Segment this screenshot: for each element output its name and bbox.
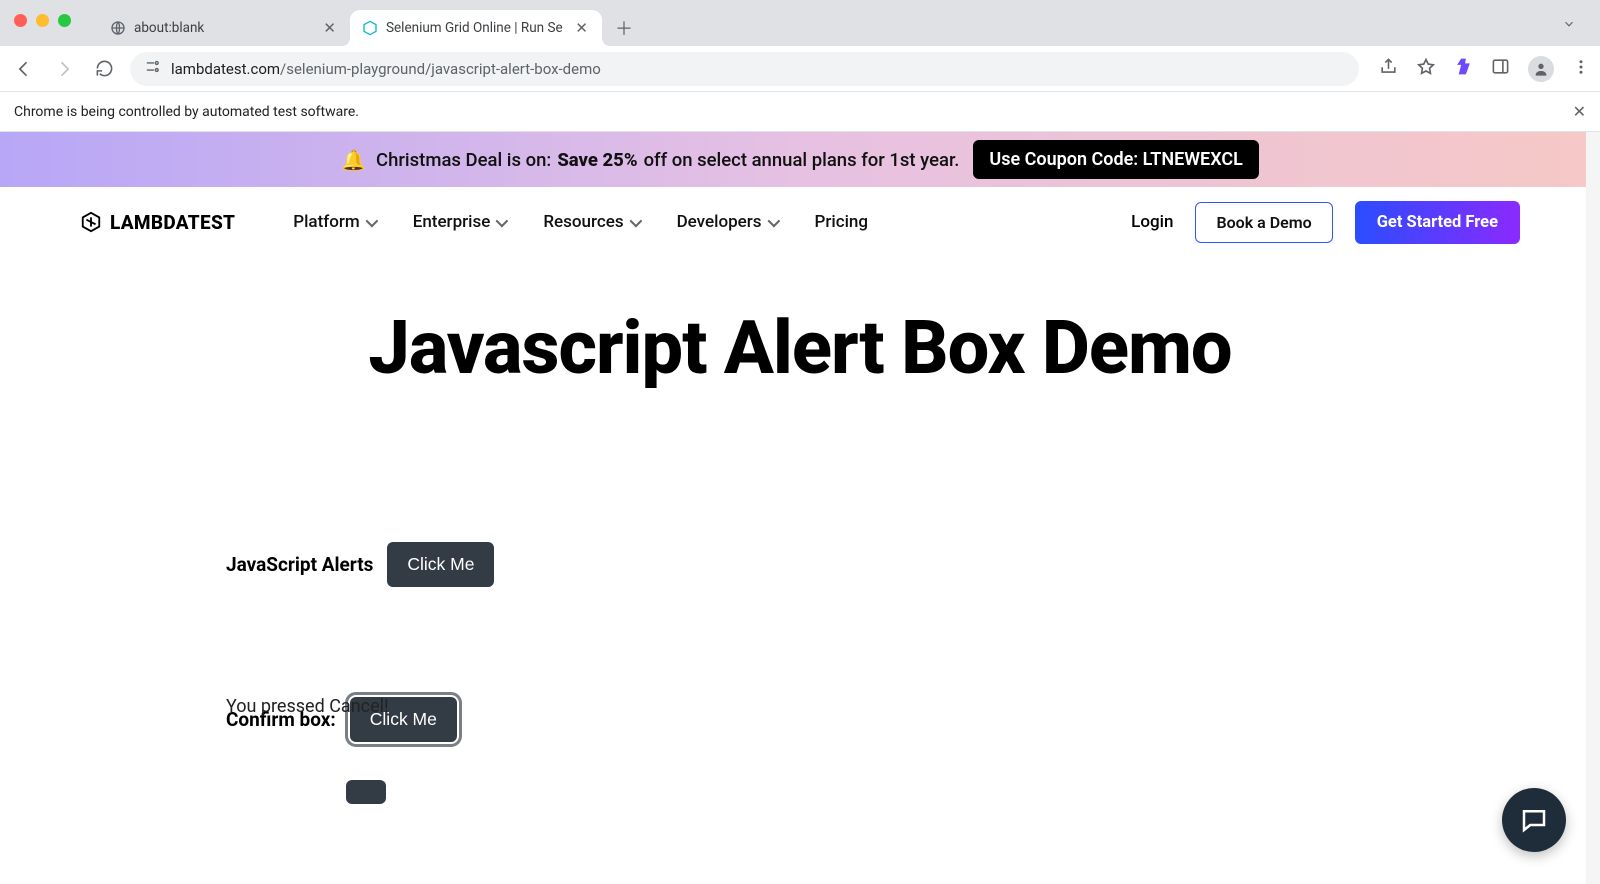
tab-strip: about:blank ✕ Selenium Grid Online | Run… — [98, 0, 640, 46]
window-traffic-lights — [14, 14, 71, 27]
chat-fab[interactable] — [1502, 788, 1566, 852]
bell-icon: 🔔 — [341, 148, 366, 172]
back-button[interactable] — [10, 55, 38, 83]
login-link[interactable]: Login — [1131, 212, 1173, 232]
nav-item-enterprise[interactable]: Enterprise — [413, 212, 506, 232]
alert-label: JavaScript Alerts — [226, 553, 373, 576]
new-tab-button[interactable]: ＋ — [608, 12, 640, 44]
globe-icon — [110, 20, 126, 36]
page-title: Javascript Alert Box Demo — [0, 305, 1600, 392]
demo-area: JavaScript Alerts Click Me Confirm box: … — [210, 542, 1390, 804]
panel-icon[interactable] — [1491, 57, 1510, 80]
site-nav: LAMBDATEST Platform Enterprise Resources… — [0, 187, 1600, 257]
nav-item-pricing[interactable]: Pricing — [815, 212, 869, 232]
window-titlebar: about:blank ✕ Selenium Grid Online | Run… — [0, 0, 1600, 46]
tab-list-chevron-icon[interactable] — [1562, 16, 1576, 35]
tab-close-icon[interactable]: ✕ — [573, 19, 590, 37]
browser-toolbar: lambdatest.com/selenium-playground/javas… — [0, 46, 1600, 92]
promo-banner[interactable]: 🔔 Christmas Deal is on: Save 25% off on … — [0, 132, 1600, 187]
forward-button[interactable] — [50, 55, 78, 83]
book-demo-button[interactable]: Book a Demo — [1195, 202, 1332, 243]
prompt-click-button[interactable] — [346, 780, 386, 804]
chat-icon — [1519, 805, 1549, 835]
tab-selenium-grid[interactable]: Selenium Grid Online | Run Se ✕ — [350, 10, 602, 46]
share-icon[interactable] — [1379, 57, 1398, 80]
profile-avatar-icon[interactable] — [1528, 56, 1554, 82]
promo-bold: Save 25% — [557, 149, 637, 171]
url-host: lambdatest.com — [171, 60, 280, 78]
infobar-close-icon[interactable]: ✕ — [1573, 102, 1586, 121]
window-minimize-icon[interactable] — [36, 14, 49, 27]
window-close-icon[interactable] — [14, 14, 27, 27]
url-path: /selenium-playground/javascript-alert-bo… — [280, 60, 601, 78]
brand-logo[interactable]: LAMBDATEST — [80, 211, 235, 234]
chevron-down-icon — [496, 212, 505, 232]
tab-close-icon[interactable]: ✕ — [321, 19, 338, 37]
alert-click-button[interactable]: Click Me — [387, 542, 494, 587]
address-bar[interactable]: lambdatest.com/selenium-playground/javas… — [130, 52, 1359, 86]
nav-item-platform[interactable]: Platform — [293, 212, 374, 232]
lambdatest-favicon-icon — [362, 20, 378, 36]
page-viewport: 🔔 Christmas Deal is on: Save 25% off on … — [0, 132, 1600, 884]
chevron-down-icon — [768, 212, 777, 232]
nav-links: Platform Enterprise Resources Developers… — [293, 212, 868, 232]
demo-row-alert: JavaScript Alerts Click Me — [226, 542, 1390, 587]
tab-title: about:blank — [134, 20, 321, 36]
kebab-menu-icon[interactable] — [1572, 58, 1590, 80]
window-zoom-icon[interactable] — [58, 14, 71, 27]
promo-lead: Christmas Deal is on: — [376, 149, 551, 171]
nav-item-resources[interactable]: Resources — [543, 212, 638, 232]
coupon-pill[interactable]: Use Coupon Code: LTNEWEXCL — [973, 140, 1258, 179]
lambdatest-logo-icon — [80, 211, 102, 233]
promo-tail: off on select annual plans for 1st year. — [644, 149, 960, 171]
brand-text: LAMBDATEST — [110, 211, 235, 234]
nav-item-developers[interactable]: Developers — [677, 212, 777, 232]
site-settings-icon[interactable] — [144, 58, 161, 79]
reload-button[interactable] — [90, 55, 118, 83]
extension-icon[interactable] — [1454, 57, 1473, 80]
bookmark-star-icon[interactable] — [1416, 57, 1436, 81]
vertical-scrollbar[interactable] — [1586, 132, 1600, 884]
infobar-text: Chrome is being controlled by automated … — [14, 104, 359, 120]
get-started-button[interactable]: Get Started Free — [1355, 201, 1520, 244]
chevron-down-icon — [366, 212, 375, 232]
automation-infobar: Chrome is being controlled by automated … — [0, 92, 1600, 132]
tab-title: Selenium Grid Online | Run Se — [386, 20, 573, 36]
chevron-down-icon — [630, 212, 639, 232]
tab-about-blank[interactable]: about:blank ✕ — [98, 10, 350, 46]
